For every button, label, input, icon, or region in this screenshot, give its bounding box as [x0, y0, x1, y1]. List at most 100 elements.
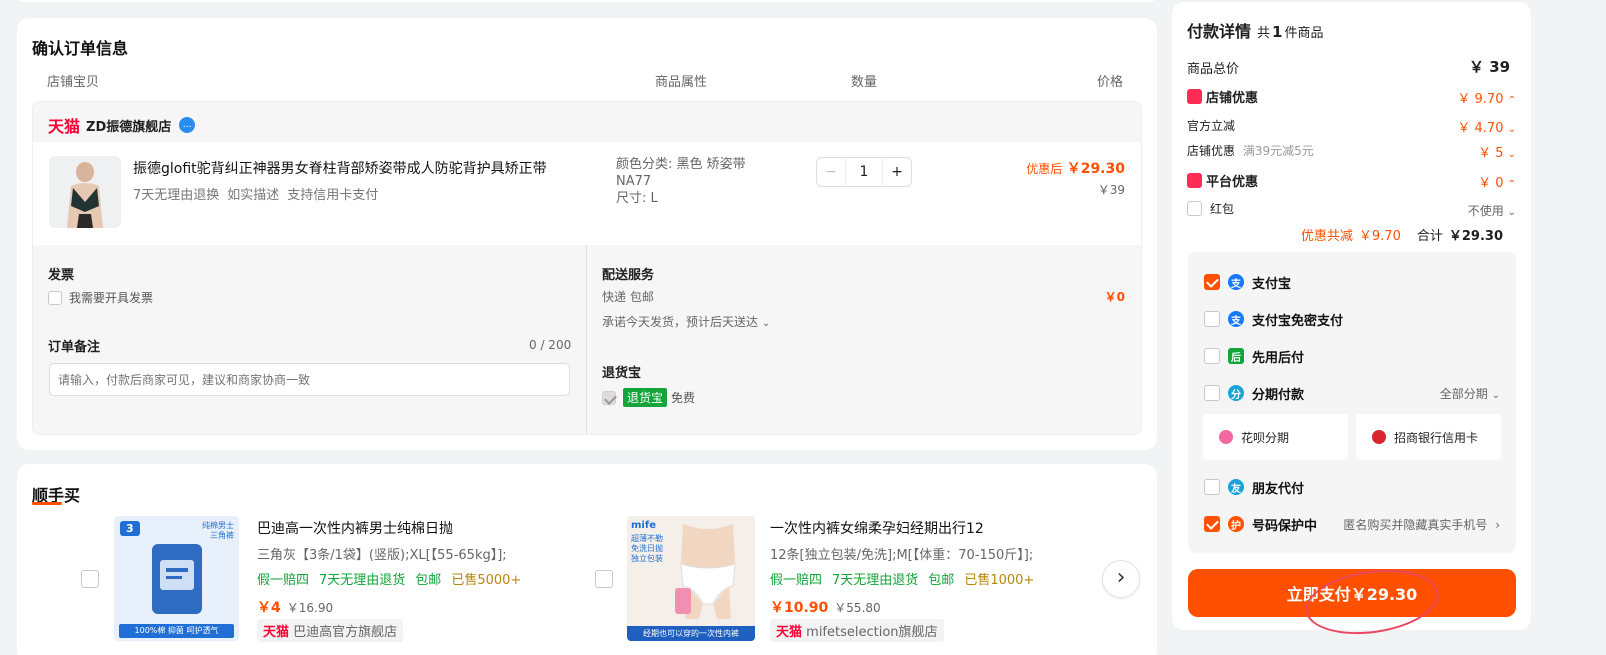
item-price-block: 优惠后 ￥29.30 ￥39 — [1026, 158, 1125, 198]
platform-value-wrap[interactable]: ￥ 0 ⌃ — [1478, 172, 1516, 191]
shop-name[interactable]: ZD振德旗舰店 — [86, 116, 171, 135]
qty-value[interactable]: 1 — [845, 158, 883, 186]
summary-row: 优惠共减 ￥9.70 合计 ￥29.30 — [1301, 225, 1503, 244]
underwear-pack-icon — [152, 544, 202, 614]
privacy-checkbox[interactable] — [1204, 516, 1220, 532]
carousel-next-button[interactable]: › — [1102, 560, 1140, 598]
shop-discount-row[interactable]: 店铺优惠 — [1187, 87, 1258, 106]
pay-method-friend[interactable]: 友 朋友代付 — [1204, 469, 1500, 505]
store-label: 店铺优惠 — [1187, 144, 1236, 158]
recommend-image[interactable]: 3 纯棉男士 三角裤 100%棉 抑菌 呵护透气 — [114, 516, 239, 641]
pay-method-installment[interactable]: 分 分期付款 全部分期 ⌄ — [1204, 375, 1500, 411]
top-card-edge — [17, 0, 1157, 2]
qty-minus-button[interactable]: − — [817, 164, 845, 180]
pay-method-later[interactable]: 后 先用后付 — [1204, 338, 1500, 374]
alipay-icon: 支 — [1228, 274, 1244, 290]
payment-count-prefix: 共 — [1257, 26, 1271, 41]
item-attributes: 颜色分类: 黑色 矫姿带 NA77 尺寸: L — [616, 156, 746, 207]
attr-color: 颜色分类: 黑色 矫姿带 — [616, 157, 746, 172]
pay-checkbox[interactable] — [1204, 348, 1220, 364]
pay-checkbox[interactable] — [1204, 479, 1220, 495]
installment-select[interactable]: 全部分期 ⌄ — [1440, 385, 1500, 402]
discount-label: 优惠后 — [1026, 162, 1063, 176]
recommend-image[interactable]: mife 超薄不勒 免洗日抛 独立包装 经期也可以穿的一次性内裤 — [627, 516, 755, 641]
pay-method-alipay-nopwd[interactable]: 支 支付宝免密支付 — [1204, 301, 1500, 337]
platform-discount-label: 平台优惠 — [1206, 175, 1259, 190]
recommend-name[interactable]: 巴迪高一次性内裤男士纯棉日抛 — [257, 518, 453, 538]
qty-plus-button[interactable]: + — [883, 164, 911, 180]
alipay-icon: 支 — [1228, 311, 1244, 327]
pay-checkbox[interactable] — [1204, 274, 1220, 290]
recommend-spec: 三角灰【3条/1袋】(竖版);XL[【55-65kg】]; — [257, 548, 507, 563]
recommend-card: 顺手买 3 纯棉男士 三角裤 100%棉 抑菌 呵护透气 巴迪高一次性内裤男士纯… — [17, 464, 1157, 655]
shop-coupon-icon — [1187, 89, 1202, 104]
remark-input[interactable] — [49, 363, 570, 396]
privacy-protection[interactable]: 护 号码保护中 匿名购买并隐藏真实手机号 › — [1204, 506, 1500, 542]
chat-icon[interactable]: … — [179, 117, 196, 133]
installment-huabei[interactable]: 花呗分期 — [1203, 414, 1348, 460]
header-qty: 数量 — [851, 75, 878, 90]
platform-coupon-icon — [1187, 173, 1202, 188]
attr-size: 尺寸: L — [616, 191, 658, 206]
payment-count: 1 — [1272, 23, 1283, 41]
return-badge: 退货宝 — [623, 388, 668, 407]
shop-header[interactable]: 天猫 ZD振德旗舰店 … — [48, 113, 196, 137]
huabei-icon — [1219, 430, 1233, 444]
chevron-down-icon: ⌄ — [1491, 389, 1500, 401]
pay-method-alipay[interactable]: 支 支付宝 — [1204, 264, 1500, 300]
recommend-tag: 假一赔四 — [770, 573, 823, 588]
recommend-shop[interactable]: 天猫 巴迪高官方旗舰店 — [257, 619, 404, 642]
recommend-image-text: 超薄不勒 免洗日抛 独立包装 — [631, 534, 663, 563]
recommend-shop-name: 巴迪高官方旗舰店 — [293, 625, 398, 640]
tmall-logo: 天猫 — [776, 625, 803, 640]
recommend-checkbox[interactable] — [81, 570, 99, 588]
recommend-image-badge: mife — [631, 520, 656, 531]
installment-icon: 分 — [1228, 385, 1244, 401]
pay-method-label: 朋友代付 — [1252, 481, 1305, 497]
official-value: ￥ 4.70 — [1457, 121, 1504, 136]
redpacket-select[interactable]: 不使用 ⌄ — [1468, 202, 1516, 219]
column-divider — [586, 245, 587, 435]
recommend-price-row: ￥10.90 ￥55.80 — [770, 597, 881, 617]
shop-discount-value: ￥ 9.70 — [1457, 92, 1504, 107]
service-tag: 7天无理由退换 — [133, 188, 220, 203]
delivery-title: 配送服务 — [602, 268, 655, 283]
privacy-label: 号码保护中 — [1252, 518, 1318, 534]
item-services: 7天无理由退换 如实描述 支持信用卡支付 — [133, 184, 378, 203]
invoice-option[interactable]: 我需要开具发票 — [48, 289, 153, 306]
chevron-right-icon: › — [1495, 517, 1500, 532]
item-name[interactable]: 振德glofit驼背纠正神器男女脊柱背部矫姿带成人防驼背护具矫正带 — [133, 158, 593, 178]
shop-block: 天猫 ZD振德旗舰店 … 振德glofit驼背纠正神器男女脊柱背部矫姿带成人防驼… — [32, 101, 1142, 435]
platform-discount-row[interactable]: 平台优惠 — [1187, 171, 1258, 190]
installment-cmb[interactable]: 招商银行信用卡 — [1356, 414, 1501, 460]
redpacket-row[interactable]: 红包 — [1187, 200, 1234, 217]
redpacket-checkbox[interactable] — [1187, 201, 1202, 216]
header-price: 价格 — [1097, 75, 1124, 90]
recommend-checkbox[interactable] — [595, 570, 613, 588]
saved-label: 优惠共减 — [1300, 229, 1353, 244]
recommend-name[interactable]: 一次性内裤女绵柔孕妇经期出行12 — [770, 518, 984, 538]
remark-counter: 0 / 200 — [529, 338, 572, 352]
store-discount-row: 店铺优惠 满39元减5元 — [1187, 142, 1314, 159]
payment-title: 付款详情 — [1187, 22, 1252, 41]
shield-icon: 护 — [1228, 516, 1244, 532]
store-value-wrap[interactable]: ￥ 5 ⌄ — [1478, 142, 1516, 161]
invoice-checkbox[interactable] — [48, 290, 62, 305]
total-label: 商品总价 — [1187, 62, 1240, 77]
recommend-title-underline — [32, 502, 62, 505]
chevron-right-icon: › — [1116, 565, 1126, 590]
official-value-wrap[interactable]: ￥ 4.70 ⌄ — [1457, 117, 1516, 136]
product-image[interactable] — [49, 156, 121, 228]
pay-method-label: 支付宝免密支付 — [1252, 313, 1344, 329]
return-checkbox — [602, 390, 616, 405]
model-photo-icon — [675, 524, 736, 619]
pay-checkbox[interactable] — [1204, 311, 1220, 327]
pay-checkbox[interactable] — [1204, 385, 1220, 401]
recommend-shop[interactable]: 天猫 mifetselection旗舰店 — [770, 619, 944, 642]
delivery-promise[interactable]: 承诺今天发货，预计后天送达 ⌄ — [602, 313, 770, 330]
payment-card: 付款详情 共 1 件商品 商品总价 ￥ 39 店铺优惠 ￥ 9.70 ⌃ 官方立… — [1172, 2, 1531, 643]
privacy-note-wrap[interactable]: 匿名购买并隐藏真实手机号 › — [1343, 516, 1500, 533]
recommend-price-row: ￥4 ￥16.90 — [257, 597, 333, 617]
payment-count-suffix: 件商品 — [1284, 26, 1324, 41]
shop-discount-value-wrap[interactable]: ￥ 9.70 ⌃ — [1457, 88, 1516, 107]
